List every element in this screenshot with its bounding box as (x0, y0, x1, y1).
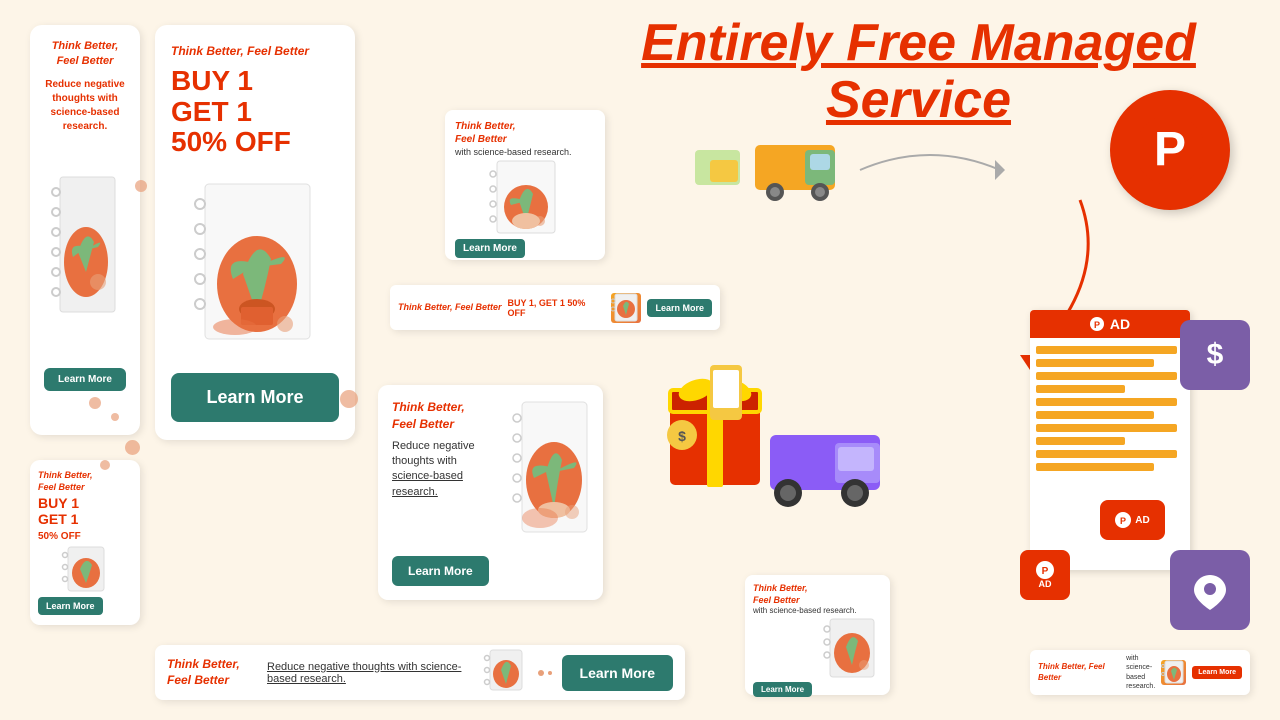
banner-sale: BUY 1, GET 1 50% OFF (508, 298, 606, 318)
ad-header: P AD (1030, 310, 1190, 338)
svg-text:P: P (1094, 320, 1100, 330)
svg-text:$: $ (678, 428, 686, 444)
medium-notebook (510, 400, 595, 540)
bottom-left-notebook (38, 543, 132, 597)
bottom-right-desc: with science-based research. (1126, 654, 1155, 690)
bottom-left-brand: Think Better, Feel Better (38, 470, 132, 493)
bottom-banner-learn-btn[interactable]: Learn More (562, 655, 673, 691)
card-small-bottom-left: Think Better, Feel Better BUY 1 GET 1 50… (30, 460, 140, 625)
small-notebook-img (455, 159, 595, 239)
bottom-banner-dots (538, 670, 552, 676)
medium-learn-btn[interactable]: Learn More (392, 556, 489, 586)
ad-badge-location (1170, 550, 1250, 630)
card-medium: Think Better, Feel Better Reduce negativ… (378, 385, 603, 600)
banner-notebook-thumb (611, 293, 641, 323)
banner-card: Think Better, Feel Better BUY 1, GET 1 5… (390, 285, 720, 330)
arrow-to-pinterest (850, 130, 1050, 210)
delivery-area: $ (650, 330, 900, 530)
small-notebook-brand: Think Better, Feel Better with science-b… (455, 120, 595, 159)
ad-badge-dollar: $ (1180, 320, 1250, 390)
banner-learn-btn[interactable]: Learn More (647, 299, 712, 317)
ad-badge-label2: P AD (1100, 500, 1165, 540)
tall-left-desc: Reduce negative thoughts with science-ba… (40, 78, 130, 134)
bottom-small-desc: with science-based research. (753, 606, 882, 616)
tall-right-sale: BUY 1 GET 1 50% OFF (171, 66, 339, 158)
bottom-banner-desc: Reduce negative thoughts with science-ba… (267, 661, 473, 685)
bottom-small-img (753, 617, 882, 682)
bottom-right-learn-btn[interactable]: Learn More (1192, 666, 1242, 679)
bottom-right-thumb (1161, 660, 1186, 685)
ad-lines (1030, 338, 1190, 484)
bottom-left-sale: BUY 1 GET 1 50% OFF (38, 496, 132, 542)
bottom-small-learn-btn[interactable]: Learn More (753, 682, 812, 697)
tall-left-notebook (40, 134, 130, 360)
tall-right-notebook (171, 162, 339, 365)
tall-right-brand: Think Better, Feel Better (171, 43, 339, 60)
tall-left-brand: Think Better, Feel Better (40, 39, 130, 70)
svg-text:P: P (1042, 566, 1049, 577)
small-notebook-learn-btn[interactable]: Learn More (455, 239, 525, 258)
card-bottom-right: Think Better, Feel Better with science-b… (1030, 650, 1250, 695)
tall-right-learn-btn[interactable]: Learn More (171, 373, 339, 422)
card-tall-right: Think Better, Feel Better BUY 1 GET 1 50… (155, 25, 355, 440)
svg-text:P: P (1154, 123, 1186, 176)
card-tall-left: Think Better, Feel Better Reduce negativ… (30, 25, 140, 435)
bottom-small-brand: Think Better, Feel Better (753, 583, 882, 606)
pinterest-logo: P (1110, 90, 1230, 210)
truck-area (680, 120, 880, 220)
bottom-right-brand: Think Better, Feel Better (1038, 662, 1120, 683)
svg-text:P: P (1120, 516, 1126, 526)
card-bottom-banner: Think Better, Feel Better Reduce negativ… (155, 645, 685, 700)
card-bottom-small: Think Better, Feel Better with science-b… (745, 575, 890, 695)
ad-badge-red: P AD (1020, 550, 1070, 600)
tall-left-learn-btn[interactable]: Learn More (44, 368, 126, 391)
ad-collection: P AD P AD P AD $ (1030, 310, 1250, 630)
bottom-banner-brand: Think Better, Feel Better (167, 657, 257, 688)
ad-label: AD (1110, 316, 1130, 332)
bottom-banner-thumb (483, 648, 528, 698)
card-small-notebook: Think Better, Feel Better with science-b… (445, 110, 605, 260)
banner-brand: Think Better, Feel Better (398, 302, 502, 314)
bottom-left-learn-btn[interactable]: Learn More (38, 597, 103, 615)
